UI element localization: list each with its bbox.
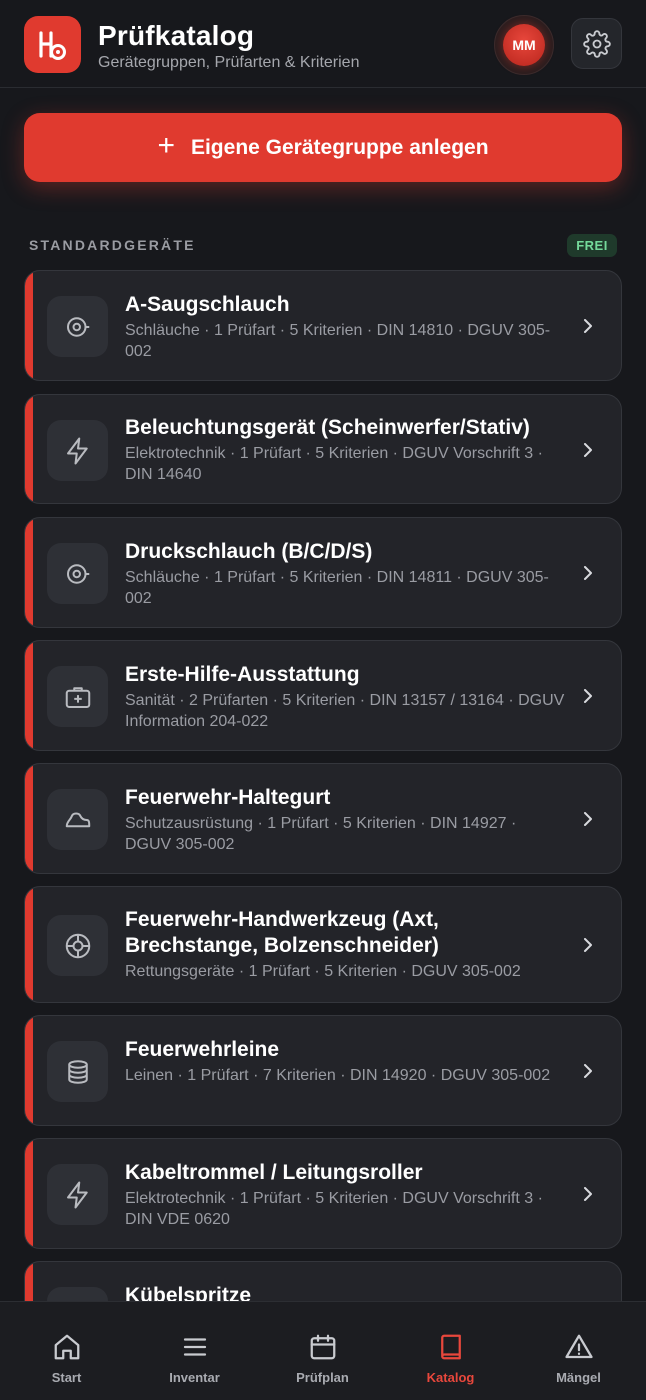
item-title: Feuerwehrleine xyxy=(125,1038,280,1061)
page-title: Prüfkatalog xyxy=(98,20,255,51)
item-title: Kabeltrommel / Leitungsroller xyxy=(125,1161,423,1184)
chevron-right-icon xyxy=(584,812,592,826)
nav-item-katalog[interactable]: Katalog xyxy=(386,1302,515,1400)
accent-bar xyxy=(25,764,33,873)
item-meta: Rettungsgeräte · 1 Prüfart · 5 Kriterien… xyxy=(125,963,521,980)
item-meta: Schläuche · 1 Prüfart · 5 Kriterien · DI… xyxy=(125,322,551,360)
chevron-right-icon xyxy=(584,938,592,952)
nav-item-pruefplan[interactable]: Prüfplan xyxy=(258,1302,387,1400)
list-item[interactable]: Kabeltrommel / Leitungsroller Elektrotec… xyxy=(24,1138,622,1249)
plus-icon: + xyxy=(157,128,175,162)
device-group-list: A-Saugschlauch Schläuche · 1 Prüfart · 5… xyxy=(24,270,622,1301)
harness-icon xyxy=(47,789,108,850)
lifebuoy-icon xyxy=(47,915,108,976)
calendar-icon xyxy=(308,1332,338,1362)
app-header: Prüfkatalog Gerätegruppen, Prüfarten & K… xyxy=(0,0,646,88)
accent-bar xyxy=(25,641,33,750)
accent-bar xyxy=(25,518,33,627)
settings-button[interactable] xyxy=(571,18,622,69)
item-meta: Schutzausrüstung · 1 Prüfart · 5 Kriteri… xyxy=(125,815,517,853)
chevron-right-icon xyxy=(584,1187,592,1201)
accent-bar xyxy=(25,1262,33,1301)
list-item[interactable]: A-Saugschlauch Schläuche · 1 Prüfart · 5… xyxy=(24,270,622,381)
item-meta: Leinen · 1 Prüfart · 7 Kriterien · DIN 1… xyxy=(125,1067,551,1084)
item-title: Feuerwehr-Haltegurt xyxy=(125,786,331,809)
nav-label: Start xyxy=(51,1370,82,1385)
item-title: Beleuchtungsgerät (Scheinwerfer/Stativ) xyxy=(125,416,530,439)
item-title: Kübelspritze xyxy=(125,1284,252,1301)
user-avatar-button[interactable]: MM xyxy=(494,15,554,75)
list-item[interactable]: Feuerwehrleine Leinen · 1 Prüfart · 7 Kr… xyxy=(24,1015,622,1126)
chevron-right-icon xyxy=(584,1064,592,1078)
hose-icon xyxy=(47,296,108,357)
item-meta: Schläuche · 1 Prüfart · 5 Kriterien · DI… xyxy=(125,569,549,607)
item-title: Erste-Hilfe-Ausstattung xyxy=(125,663,360,686)
chevron-right-icon xyxy=(584,443,592,457)
item-meta: Sanität · 2 Prüfarten · 5 Kriterien · DI… xyxy=(125,692,565,730)
section-title: STANDARDGERÄTE xyxy=(29,237,196,253)
list-icon xyxy=(180,1332,210,1362)
lightning-icon xyxy=(47,420,108,481)
status-badge: FREI xyxy=(567,234,617,257)
nav-label: Mängel xyxy=(556,1370,601,1385)
list-item[interactable]: Erste-Hilfe-Ausstattung Sanität · 2 Prüf… xyxy=(24,640,622,751)
chevron-right-icon xyxy=(584,689,592,703)
gear-icon xyxy=(582,29,611,58)
bottom-nav: Start Inventar Prüfplan Katalog Mängel xyxy=(0,1301,646,1400)
accent-bar xyxy=(25,1139,33,1248)
nav-item-maengel[interactable]: Mängel xyxy=(514,1302,643,1400)
home-icon xyxy=(52,1332,82,1362)
list-item[interactable]: Feuerwehr-Haltegurt Schutzausrüstung · 1… xyxy=(24,763,622,874)
chevron-right-icon xyxy=(584,319,592,333)
accent-bar xyxy=(25,395,33,503)
page-subtitle: Gerätegruppen, Prüfarten & Kriterien xyxy=(98,54,360,71)
accent-bar xyxy=(25,271,33,380)
nav-item-inventar[interactable]: Inventar xyxy=(130,1302,259,1400)
first-aid-kit-icon xyxy=(47,666,108,727)
nav-label: Katalog xyxy=(426,1370,475,1385)
list-item[interactable]: Feuerwehr-Handwerkzeug (Axt, Brechstange… xyxy=(24,886,622,1003)
create-group-button[interactable]: + Eigene Gerätegruppe anlegen xyxy=(24,113,622,182)
list-item[interactable]: Beleuchtungsgerät (Scheinwerfer/Stativ) … xyxy=(24,394,622,504)
avatar-initials: MM xyxy=(503,24,545,66)
app-logo-icon xyxy=(24,16,81,73)
nav-label: Prüfplan xyxy=(296,1370,349,1385)
item-title: Feuerwehr-Handwerkzeug (Axt, Brechstange… xyxy=(125,908,439,957)
accent-bar xyxy=(25,1016,33,1125)
lightning-icon xyxy=(47,1164,108,1225)
item-title: A-Saugschlauch xyxy=(125,293,290,316)
create-group-label: Eigene Gerätegruppe anlegen xyxy=(190,135,489,159)
warning-icon xyxy=(563,1332,595,1362)
nav-label: Inventar xyxy=(169,1370,220,1385)
list-item[interactable]: Kübelspritze xyxy=(24,1261,622,1301)
nav-item-start[interactable]: Start xyxy=(2,1302,131,1400)
item-title: Druckschlauch (B/C/D/S) xyxy=(125,540,373,563)
bucket-pump-icon xyxy=(47,1287,108,1301)
chevron-right-icon xyxy=(584,566,592,580)
list-item[interactable]: Druckschlauch (B/C/D/S) Schläuche · 1 Pr… xyxy=(24,517,622,628)
hose-icon xyxy=(47,543,108,604)
item-meta: Elektrotechnik · 1 Prüfart · 5 Kriterien… xyxy=(125,445,543,483)
accent-bar xyxy=(25,887,33,1002)
book-icon xyxy=(436,1332,466,1362)
rope-icon xyxy=(47,1041,108,1102)
item-meta: Elektrotechnik · 1 Prüfart · 5 Kriterien… xyxy=(125,1190,543,1228)
